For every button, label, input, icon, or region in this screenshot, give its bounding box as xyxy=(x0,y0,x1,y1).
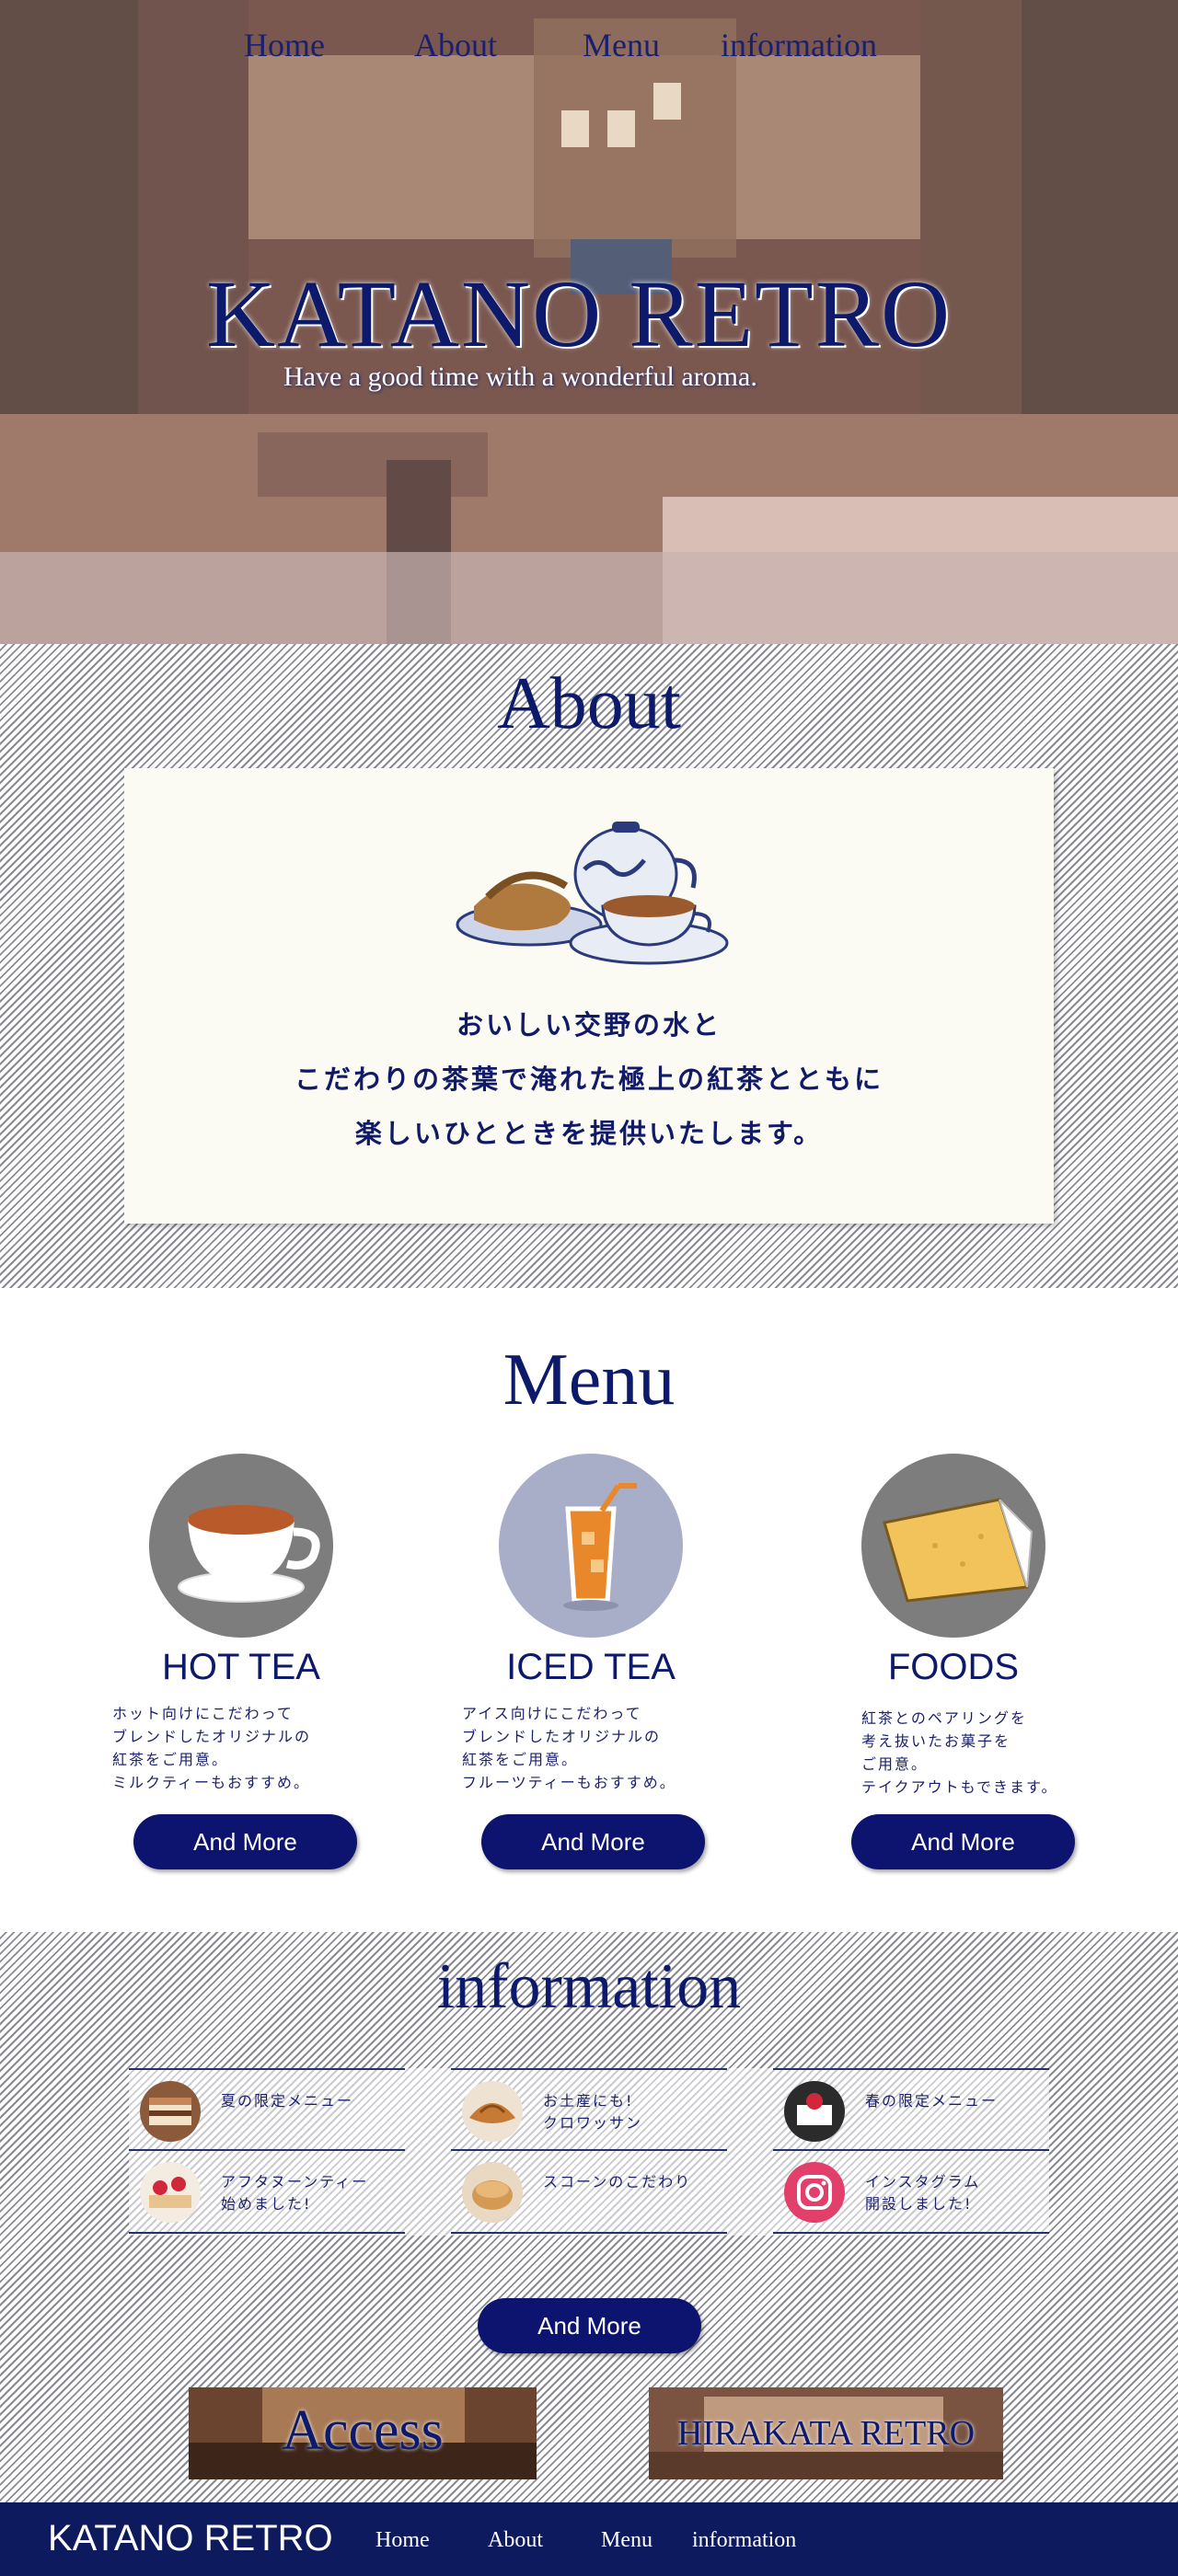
menu-item-description: ホット向けにこだわって ブレンドしたオリジナルの 紅茶をご用意。 ミルクティーも… xyxy=(112,1705,312,1791)
tagline: Have a good time with a wonderful aroma. xyxy=(283,362,757,392)
about-card: おいしい交野の水と こだわりの茶葉で淹れた極上の紅茶とともに 楽しいひとときを提… xyxy=(124,768,1054,1224)
footer-logo[interactable]: KATANO RETRO xyxy=(48,2518,333,2559)
information-section: information 夏の限定メニュー お土産にも! クロワッサン 春の限定メ… xyxy=(0,1932,1178,2502)
menu-item-hot-tea: HOT TEA ホット向けにこだわって ブレンドしたオリジナルの 紅茶をご用意。… xyxy=(94,1454,388,1791)
hero-section: Home About Menu information KATANO RETRO… xyxy=(0,0,1178,644)
info-item-text: インスタグラム 開設しました! xyxy=(865,2173,981,2213)
info-item-instagram[interactable]: インスタグラム 開設しました! xyxy=(773,2149,1049,2234)
menu-item-description: アイス向けにこだわって ブレンドしたオリジナルの 紅茶をご用意。 フルーツティー… xyxy=(462,1705,676,1791)
nav-about-link[interactable]: About xyxy=(414,26,583,64)
scone-thumbnail xyxy=(462,2162,523,2223)
info-item-summer-menu[interactable]: 夏の限定メニュー xyxy=(129,2068,405,2151)
access-label: Access xyxy=(282,2399,444,2462)
info-item-text: お土産にも! クロワッサン xyxy=(543,2092,643,2132)
info-item-croissant[interactable]: お土産にも! クロワッサン xyxy=(451,2068,727,2151)
croissant-thumbnail xyxy=(462,2081,523,2142)
footer-information-link[interactable]: information xyxy=(692,2528,796,2553)
menu-item-foods: FOODS 紅茶とのペアリングを 考え抜いたお菓子を ご用意。 テイクアウトもで… xyxy=(806,1454,1101,1796)
chiffon-cake-icon xyxy=(861,1454,1045,1638)
hirakata-retro-banner[interactable]: HIRAKATA RETRO xyxy=(649,2387,1003,2479)
menu-item-name: HOT TEA xyxy=(162,1647,320,1687)
about-text: おいしい交野の水と こだわりの茶葉で淹れた極上の紅茶とともに 楽しいひとときを提… xyxy=(124,998,1054,1161)
foods-more-button[interactable]: And More xyxy=(851,1814,1075,1869)
instagram-icon xyxy=(784,2162,845,2223)
info-item-text: アフタヌーンティー 始めました! xyxy=(221,2173,369,2213)
footer-home-link[interactable]: Home xyxy=(375,2528,430,2553)
cake-thumbnail xyxy=(140,2081,201,2142)
info-item-text: 春の限定メニュー xyxy=(865,2092,999,2110)
about-line: こだわりの茶葉で淹れた極上の紅茶とともに xyxy=(294,1064,884,1095)
nav-information-link[interactable]: information xyxy=(721,26,877,64)
site-title: KATANO RETRO xyxy=(206,261,953,367)
about-title: About xyxy=(497,663,681,744)
afternoon-tea-thumbnail xyxy=(140,2162,201,2223)
info-item-text: 夏の限定メニュー xyxy=(221,2092,354,2110)
menu-item-iced-tea: ICED TEA アイス向けにこだわって ブレンドしたオリジナルの 紅茶をご用意… xyxy=(444,1454,738,1791)
footer-about-link[interactable]: About xyxy=(488,2528,543,2553)
info-item-afternoon-tea[interactable]: アフタヌーンティー 始めました! xyxy=(129,2149,405,2234)
hot-tea-more-button[interactable]: And More xyxy=(133,1814,357,1869)
information-more-button[interactable]: And More xyxy=(478,2298,701,2353)
hot-tea-cup-icon xyxy=(149,1454,333,1638)
menu-item-name: FOODS xyxy=(887,1647,1020,1687)
info-item-scone[interactable]: スコーンのこだわり xyxy=(451,2149,727,2234)
tea-set-image xyxy=(456,822,729,965)
iced-tea-more-button[interactable]: And More xyxy=(481,1814,705,1869)
access-banner[interactable]: Access xyxy=(189,2387,537,2479)
menu-title: Menu xyxy=(502,1340,676,1420)
hirakata-retro-label: HIRAKATA RETRO xyxy=(676,2414,976,2453)
about-section: About おいしい交野の水と こだわりの茶葉で淹れた極上の紅茶とともに 楽しい… xyxy=(0,644,1178,1288)
about-line: 楽しいひとときを提供いたします。 xyxy=(354,1118,824,1149)
main-nav: Home About Menu information xyxy=(244,26,877,64)
nav-menu-link[interactable]: Menu xyxy=(583,26,721,64)
site-footer: KATANO RETRO Home About Menu information xyxy=(0,2502,1178,2576)
strawberry-cake-thumbnail xyxy=(784,2081,845,2142)
iced-tea-glass-icon xyxy=(499,1454,683,1638)
menu-item-description: 紅茶とのペアリングを 考え抜いたお菓子を ご用意。 テイクアウトもできます。 xyxy=(861,1709,1058,1796)
footer-menu-link[interactable]: Menu xyxy=(601,2528,653,2553)
nav-home-link[interactable]: Home xyxy=(244,26,414,64)
info-item-spring-menu[interactable]: 春の限定メニュー xyxy=(773,2068,1049,2151)
about-line: おいしい交野の水と xyxy=(456,1009,722,1041)
menu-item-name: ICED TEA xyxy=(506,1647,676,1687)
menu-section: Menu HOT TEA ホット向けにこだわって ブレンドしたオリジナルの 紅茶… xyxy=(0,1288,1178,1932)
information-title: information xyxy=(436,1951,742,2022)
info-item-text: スコーンのこだわり xyxy=(543,2173,692,2191)
